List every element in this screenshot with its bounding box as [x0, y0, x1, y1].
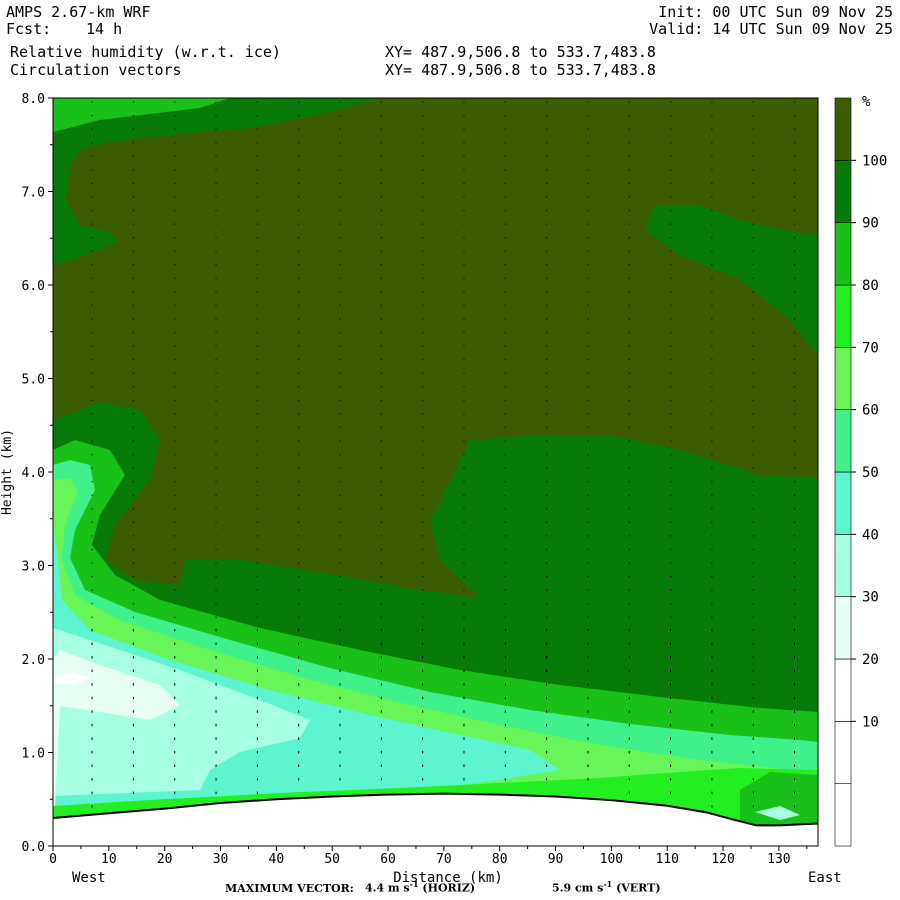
x-tick-label: 130 [767, 852, 790, 867]
x-tick-label: 90 [548, 852, 564, 867]
max-vector-vertical: 5.9 cm s-1 (VERT) [552, 879, 661, 895]
colorbar-label: 10 [862, 714, 879, 730]
colorbar-label: 20 [862, 652, 879, 668]
y-tick-label: 3.0 [22, 560, 45, 575]
x-tick-label: 30 [213, 852, 229, 867]
x-tick-label: 70 [436, 852, 452, 867]
y-tick-label: 0.0 [22, 840, 45, 855]
x-tick-label: 80 [492, 852, 508, 867]
colorbar-swatch [834, 658, 852, 722]
colorbar-swatch [834, 347, 852, 410]
colorbar-swatch [834, 721, 852, 784]
contour-fill-layer [53, 98, 818, 846]
x-tick-label: 100 [600, 852, 623, 867]
x-axis-left-label: West [72, 870, 106, 886]
colorbar-label: 30 [862, 590, 879, 606]
x-axis-right-label: East [808, 870, 842, 886]
max-vector-horizontal-unit: (HORIZ) [422, 881, 476, 895]
y-axis-label: Height (km) [0, 429, 15, 515]
x-tick-label: 40 [269, 852, 285, 867]
y-tick-label: 7.0 [22, 186, 45, 201]
colorbar-swatch [834, 222, 852, 286]
colorbar-swatch [834, 409, 852, 473]
colorbar: 10 20 30 40 50 60 70 80 90 100 [834, 97, 887, 847]
colorbar-swatch [834, 97, 852, 161]
x-tick-label: 120 [711, 852, 734, 867]
y-tick-label: 4.0 [22, 466, 45, 481]
y-tick-label: 6.0 [22, 279, 45, 294]
cross-section-chart: 0 10 20 30 40 50 60 70 80 90 100 110 120 130 0.0 1.0 2.… [0, 92, 887, 886]
x-tick-label: 0 [49, 852, 57, 867]
y-tick-label: 5.0 [22, 373, 45, 388]
y-tick-label: 8.0 [22, 92, 45, 107]
colorbar-label: 60 [862, 403, 879, 419]
x-tick-label: 50 [324, 852, 340, 867]
colorbar-unit: % [862, 94, 871, 110]
colorbar-swatch [834, 596, 852, 660]
colorbar-label: 40 [862, 527, 879, 543]
y-axis-ticks: 0.0 1.0 2.0 3.0 4.0 5.0 6.0 7.0 8.0 [22, 92, 53, 855]
colorbar-label: 70 [862, 340, 879, 356]
x-axis-ticks: 0 10 20 30 40 50 60 70 80 90 100 110 120 130 [49, 846, 808, 867]
max-vector-vertical-exponent: -1 [603, 879, 613, 889]
max-vector-horizontal: 4.4 m s-1 (HORIZ) [365, 879, 475, 895]
x-tick-label: 20 [157, 852, 173, 867]
colorbar-swatch [834, 160, 852, 223]
colorbar-label: 100 [862, 153, 887, 169]
colorbar-label: 80 [862, 278, 879, 294]
colorbar-swatch [834, 534, 852, 597]
x-tick-label: 60 [380, 852, 396, 867]
max-vector-label: MAXIMUM VECTOR: [225, 882, 354, 895]
y-tick-label: 2.0 [22, 653, 45, 668]
colorbar-swatch [834, 783, 852, 847]
colorbar-label: 90 [862, 216, 879, 232]
max-vector-horizontal-exponent: -1 [409, 879, 419, 889]
y-tick-label: 1.0 [22, 747, 45, 762]
x-tick-label: 110 [655, 852, 678, 867]
max-vector-vertical-unit: (VERT) [616, 881, 661, 895]
max-vector-horizontal-value: 4.4 m s [365, 881, 410, 895]
max-vector-vertical-value: 5.9 cm s [552, 881, 604, 895]
colorbar-swatch [834, 471, 852, 535]
colorbar-label: 50 [862, 465, 879, 481]
colorbar-swatch [834, 284, 852, 348]
x-tick-label: 10 [101, 852, 117, 867]
